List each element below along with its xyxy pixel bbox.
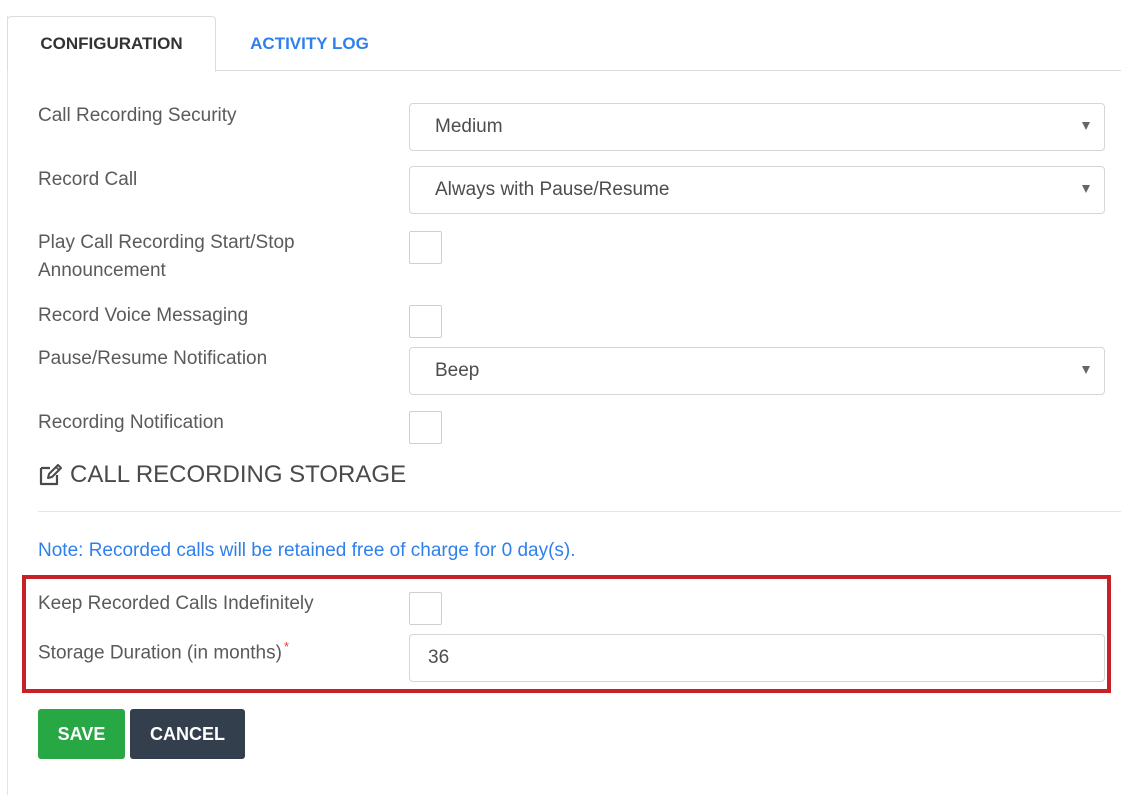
record-call-value: Always with Pause/Resume <box>435 179 670 200</box>
section-divider <box>38 511 1121 512</box>
call-recording-security-select[interactable]: Medium <box>409 103 1105 151</box>
cancel-button[interactable]: CANCEL <box>130 709 245 759</box>
play-announcement-label-line1: Play Call Recording Start/Stop <box>38 232 295 253</box>
recording-notification-label: Recording Notification <box>38 412 224 433</box>
call-recording-security-label: Call Recording Security <box>38 105 237 126</box>
storage-duration-label-text: Storage Duration (in months) <box>38 642 282 664</box>
edit-icon <box>39 464 62 486</box>
pause-resume-notification-value: Beep <box>435 360 480 381</box>
call-recording-storage-heading: CALL RECORDING STORAGE <box>38 459 406 491</box>
play-announcement-label: Play Call Recording Start/Stop Announcem… <box>38 229 295 285</box>
retention-note: Note: Recorded calls will be retained fr… <box>38 540 576 561</box>
record-voice-messaging-label: Record Voice Messaging <box>38 305 249 326</box>
pause-resume-notification-select[interactable]: Beep <box>409 347 1105 395</box>
chevron-down-icon <box>1082 366 1090 374</box>
tab-activity-log[interactable]: ACTIVITY LOG <box>216 16 403 71</box>
record-call-label: Record Call <box>38 169 138 190</box>
tab-configuration[interactable]: CONFIGURATION <box>7 16 216 72</box>
keep-indefinitely-checkbox[interactable] <box>409 592 442 625</box>
storage-duration-label: Storage Duration (in months) * <box>38 633 289 667</box>
section-title-text: CALL RECORDING STORAGE <box>70 461 407 488</box>
pause-resume-notification-label: Pause/Resume Notification <box>38 348 268 369</box>
save-button[interactable]: SAVE <box>38 709 125 759</box>
recording-notification-checkbox[interactable] <box>409 411 442 444</box>
play-announcement-label-line2: Announcement <box>38 260 166 281</box>
storage-duration-input[interactable]: 36 <box>409 634 1105 682</box>
panel-left-border <box>7 16 8 795</box>
tab-bar: CONFIGURATION ACTIVITY LOG <box>7 16 1121 72</box>
call-recording-security-value: Medium <box>435 116 503 137</box>
required-asterisk: * <box>283 639 290 654</box>
record-voice-messaging-checkbox[interactable] <box>409 305 442 338</box>
keep-indefinitely-label: Keep Recorded Calls Indefinitely <box>38 593 314 614</box>
record-call-select[interactable]: Always with Pause/Resume <box>409 166 1105 214</box>
play-announcement-checkbox[interactable] <box>409 231 442 264</box>
chevron-down-icon <box>1082 185 1090 193</box>
storage-duration-value: 36 <box>428 647 450 668</box>
chevron-down-icon <box>1082 122 1090 130</box>
